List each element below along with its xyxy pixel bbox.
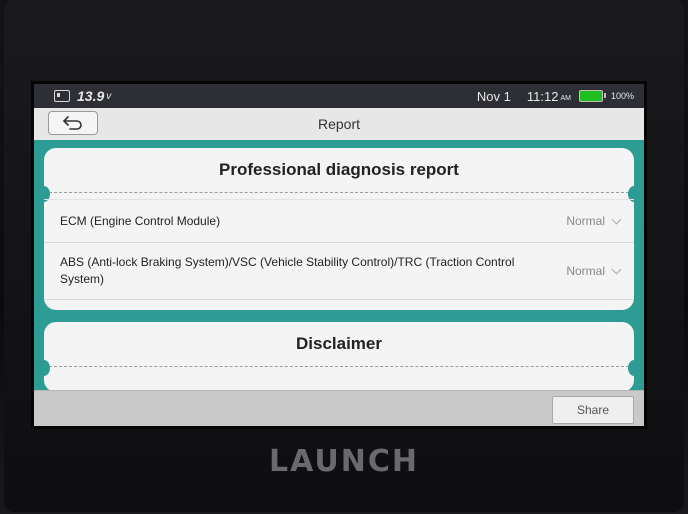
status-dropdown[interactable]: Normal (566, 264, 622, 278)
status-time: 11:12 (526, 88, 559, 104)
chevron-down-icon (611, 214, 622, 224)
status-dropdown[interactable]: Normal (566, 214, 622, 228)
disclaimer-card: Disclaimer (38, 322, 640, 392)
chevron-down-icon (611, 264, 622, 274)
report-row-abs: ABS (Anti-lock Braking System)/VSC (Vehi… (44, 243, 634, 300)
device-screen: 13.9 v Nov 1 11:12 AM 100% Report Profes… (34, 84, 644, 426)
title-bar: Report (34, 108, 644, 141)
battery-icon (578, 90, 606, 102)
report-title: Professional diagnosis report (44, 148, 634, 193)
car-battery-icon (54, 90, 70, 102)
status-value: Normal (566, 214, 605, 228)
system-name: ABS (Anti-lock Braking System)/VSC (Vehi… (60, 255, 515, 286)
brand-logo: LAUNCH (268, 444, 419, 479)
report-content: Professional diagnosis report ECM (Engin… (34, 140, 644, 392)
status-ampm: AM (560, 94, 571, 102)
card-notch (38, 360, 50, 376)
disclaimer-title: Disclaimer (44, 322, 634, 367)
back-arrow-icon (63, 116, 82, 130)
battery-percent: 100% (610, 91, 634, 101)
status-right: Nov 1 11:12 AM 100% (477, 89, 634, 104)
back-button[interactable] (48, 111, 98, 135)
voltage-indicator: 13.9 v (54, 88, 111, 104)
card-notch (628, 360, 640, 376)
share-button[interactable]: Share (552, 396, 634, 424)
report-row-ecm: ECM (Engine Control Module) Normal (44, 199, 634, 243)
diagnosis-report-card: Professional diagnosis report ECM (Engin… (38, 148, 640, 310)
voltage-unit: v (106, 90, 112, 102)
bottom-toolbar: Share (34, 390, 644, 426)
system-name: ECM (Engine Control Module) (60, 213, 221, 228)
status-date: Nov 1 (476, 88, 511, 104)
voltage-value: 13.9 (77, 88, 105, 104)
status-bar: 13.9 v Nov 1 11:12 AM 100% (34, 84, 644, 108)
page-title: Report (317, 116, 361, 132)
status-value: Normal (566, 264, 605, 278)
